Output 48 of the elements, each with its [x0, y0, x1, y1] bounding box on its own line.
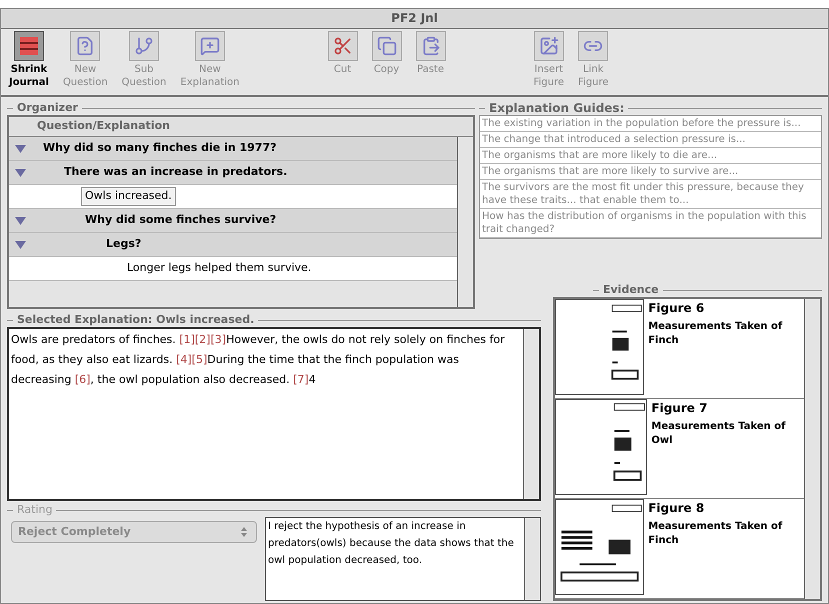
figure-title: Figure 6	[648, 300, 706, 317]
disclosure-down-icon[interactable]	[14, 240, 26, 248]
scissors-icon	[332, 36, 352, 56]
section-title: Evidence	[603, 282, 659, 298]
copy-icon	[376, 36, 396, 56]
guide-item[interactable]: The existing variation in the population before the pressure is...	[480, 116, 821, 132]
section-title: Selected Explanation: Owls increased.	[17, 312, 254, 328]
scrollbar[interactable]	[457, 137, 473, 307]
question-icon	[75, 36, 96, 56]
branch-icon	[134, 36, 154, 56]
figure-thumbnail[interactable]	[555, 299, 644, 395]
figure-thumbnail[interactable]	[555, 499, 644, 595]
rating-dropdown[interactable]: Reject Completely	[11, 521, 257, 543]
guide-item[interactable]: The organisms that are more likely to survive are...	[480, 164, 821, 180]
guide-item[interactable]: The organisms that are more likely to die are...	[480, 148, 821, 164]
figure-caption: Measurements Taken of Finch	[648, 320, 784, 348]
window-title: PF2 Jnl	[391, 10, 438, 28]
scrollbar[interactable]	[804, 299, 820, 599]
tree-item[interactable]: Owls increased.	[81, 187, 176, 206]
comment-text: I reject the hypothesis of an increase in predators(owls) because the data shows that the owl population decreased, too.	[267, 520, 515, 568]
insert-figure-icon	[538, 36, 559, 56]
paste-icon	[420, 36, 440, 56]
figure-title: Figure 8	[648, 500, 706, 517]
stepper-icon	[240, 526, 248, 538]
tree-item[interactable]: Longer legs helped them survive.	[123, 259, 316, 278]
figure-title: Figure 7	[651, 400, 708, 417]
scrollbar[interactable]	[524, 518, 540, 600]
disclosure-down-icon[interactable]	[14, 144, 26, 152]
shrink-icon	[18, 34, 40, 57]
section-title: Rating	[17, 502, 52, 518]
section-title: Explanation Guides:	[489, 100, 624, 117]
disclosure-down-icon[interactable]	[14, 168, 26, 176]
explanation-box[interactable]	[7, 327, 541, 501]
explanation-text: Owls are predators of finches. [1][2][3]However, the owls do not rely solely on finches for food, as they also eat lizards. [4][5]During the time that the finch population was decreasing [6], the owl population also decreased. [7]4	[10, 332, 506, 388]
guide-item[interactable]: The change that introduced a selection pressure is...	[480, 132, 821, 148]
guide-item[interactable]: How has the distribution of organisms in the population with this trait changed?	[480, 209, 821, 238]
tree-item[interactable]: Legs?	[102, 235, 146, 254]
figure-thumbnail[interactable]	[555, 399, 648, 495]
message-plus-icon	[200, 36, 220, 56]
scrollbar[interactable]	[523, 329, 539, 499]
figure-caption: Measurements Taken of Owl	[651, 420, 786, 448]
toolbar-button[interactable]: Shrink Journal	[9, 30, 49, 89]
disclosure-down-icon[interactable]	[14, 216, 26, 224]
guide-item[interactable]: The survivors are the most fit under this pressure, because they have these traits... that enable them to...	[480, 180, 821, 209]
figure-caption: Measurements Taken of Finch	[648, 520, 784, 548]
column-header[interactable]: Question/Explanation	[9, 117, 473, 137]
section-title: Organizer	[17, 100, 78, 116]
comment-box[interactable]: I reject the hypothesis of an increase in predators(owls) because the data shows that the owl population decreased, too.	[265, 517, 541, 601]
